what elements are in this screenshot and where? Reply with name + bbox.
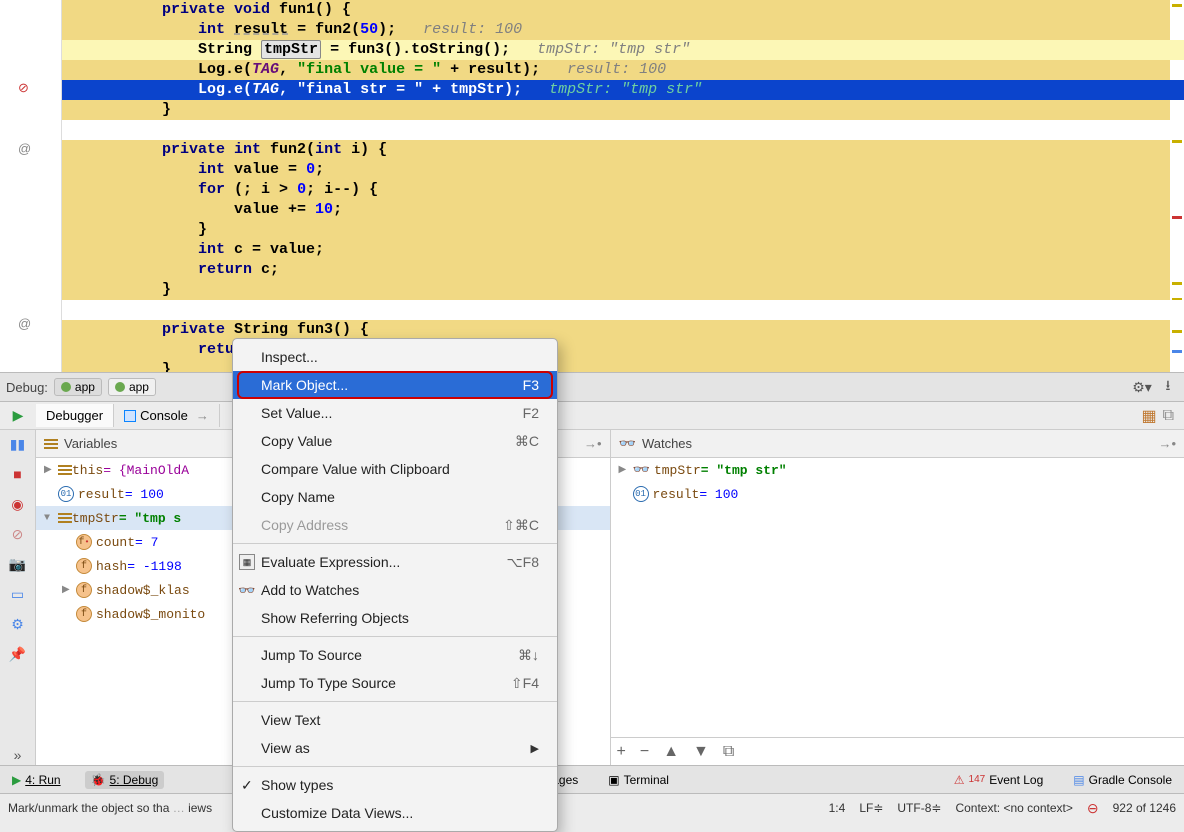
editor-area: ⊘ @ @ private void fun1() { int result = f… xyxy=(0,0,1184,372)
bottom-toolwindow-bar: ▶4: Run 🐞5: Debug sages ▣Terminal ⚠147 E… xyxy=(0,766,1184,794)
code-line[interactable]: } xyxy=(62,280,1184,300)
toolwindow-gradle-console[interactable]: ▤Gradle Console xyxy=(1067,771,1178,789)
mute-breakpoints-icon[interactable]: ⊘ xyxy=(8,524,28,544)
code-line[interactable]: int result = fun2(50); result: 100 xyxy=(62,20,1184,40)
code-line[interactable]: int c = value; xyxy=(62,240,1184,260)
menu-item[interactable]: Copy Value⌘C xyxy=(233,427,557,455)
gutter-mark[interactable]: @ xyxy=(18,141,31,156)
context-widget[interactable]: Context: <no context> xyxy=(955,801,1072,815)
watch-row[interactable]: 01result = 100 xyxy=(611,482,1184,506)
code-line[interactable]: value += 10; xyxy=(62,200,1184,220)
debug-session-app-2[interactable]: app xyxy=(108,378,156,396)
restore-layout-icon[interactable]: ⧉ xyxy=(1163,407,1174,425)
editor-gutter: ⊘ @ @ xyxy=(0,0,62,372)
move-up-button[interactable]: ▲ xyxy=(663,743,679,761)
duplicate-button[interactable]: ⧉ xyxy=(723,743,734,761)
toolwindow-debug[interactable]: 🐞5: Debug xyxy=(85,771,165,789)
code-line[interactable]: for (; i > 0; i--) { xyxy=(62,180,1184,200)
thread-icon[interactable]: ▦ xyxy=(1141,406,1156,426)
menu-item[interactable]: Set Value...F2 xyxy=(233,399,557,427)
error-icon[interactable]: ⊖ xyxy=(1087,800,1099,817)
add-watch-button[interactable]: + xyxy=(617,743,626,761)
toolwindow-terminal[interactable]: ▣Terminal xyxy=(602,771,675,789)
status-hint: Mark/unmark the object so tha … iews xyxy=(8,801,212,815)
menu-item[interactable]: ▦Evaluate Expression...⌥F8 xyxy=(233,548,557,576)
code-line[interactable]: } xyxy=(62,360,1184,372)
code-line[interactable]: return c; xyxy=(62,260,1184,280)
file-encoding[interactable]: UTF-8≑ xyxy=(897,801,941,815)
menu-item: Copy Address⇧⌘C xyxy=(233,511,557,539)
menu-item[interactable]: View as▶ xyxy=(233,734,557,762)
toolwindow-run[interactable]: ▶4: Run xyxy=(6,771,67,789)
variables-title: Variables xyxy=(64,436,117,451)
more-icon[interactable]: » xyxy=(8,745,28,765)
code-line[interactable]: private void fun1() { xyxy=(62,0,1184,20)
menu-item[interactable]: Show Referring Objects xyxy=(233,604,557,632)
debug-panels: ▮▮ ■ ◉ ⊘ 📷 ▭ ⚙ 📌 » Variables →• ▶this = … xyxy=(0,430,1184,766)
panel-minimize-icon[interactable]: →• xyxy=(584,436,602,451)
layout-icon[interactable]: ▭ xyxy=(8,584,28,604)
watches-icon: 👓 xyxy=(619,435,636,452)
status-bar: Mark/unmark the object so tha … iews 1:4… xyxy=(0,794,1184,822)
line-separator[interactable]: LF≑ xyxy=(859,801,883,815)
code-surface[interactable]: private void fun1() { int result = fun2(… xyxy=(62,0,1184,372)
code-line[interactable]: String tmpStr = fun3().toString(); tmpSt… xyxy=(62,40,1184,60)
console-icon xyxy=(124,410,136,422)
menu-item[interactable]: Inspect... xyxy=(233,343,557,371)
resume-icon[interactable]: ▶ xyxy=(8,406,28,426)
variables-icon xyxy=(44,437,58,451)
menu-item[interactable]: Copy Name xyxy=(233,483,557,511)
code-line[interactable]: Log.e(TAG, "final value = " + result); r… xyxy=(62,60,1184,80)
caret-position[interactable]: 1:4 xyxy=(829,801,846,815)
menu-item[interactable]: ✓Show types xyxy=(233,771,557,799)
watches-toolbar: + − ▲ ▼ ⧉ xyxy=(611,737,1184,765)
gutter-mark[interactable]: @ xyxy=(18,316,31,331)
toolwindow-eventlog[interactable]: ⚠147 Event Log xyxy=(948,771,1050,789)
pause-icon[interactable]: ▮▮ xyxy=(8,434,28,454)
settings-icon[interactable]: ⚙▾ xyxy=(1132,377,1152,397)
code-line[interactable]: int value = 0; xyxy=(62,160,1184,180)
panel-minimize-icon[interactable]: →• xyxy=(1158,436,1176,451)
watches-title: Watches xyxy=(642,436,692,451)
pin-icon[interactable]: 📌 xyxy=(8,644,28,664)
menu-item[interactable]: 👓Add to Watches xyxy=(233,576,557,604)
move-down-button[interactable]: ▼ xyxy=(693,743,709,761)
menu-item[interactable]: Compare Value with Clipboard xyxy=(233,455,557,483)
debug-left-toolbar: ▮▮ ■ ◉ ⊘ 📷 ▭ ⚙ 📌 » xyxy=(0,430,36,765)
code-line[interactable]: } xyxy=(62,100,1184,120)
debug-tabs: ▶ Debugger Console→ ▦ ⧉ xyxy=(0,402,1184,430)
menu-item[interactable]: View Text xyxy=(233,706,557,734)
memory-indicator[interactable]: 922 of 1246 xyxy=(1113,801,1176,815)
menu-item[interactable]: Jump To Type Source⇧F4 xyxy=(233,669,557,697)
code-line[interactable] xyxy=(62,120,1184,140)
watches-panel: 👓 Watches →• ▶👓tmpStr = "tmp str"01resul… xyxy=(611,430,1184,765)
debug-toolwindow-header: Debug: app app ⚙▾ ⭳ xyxy=(0,372,1184,402)
gear-icon[interactable]: ⚙ xyxy=(8,614,28,634)
code-line[interactable]: private int fun2(int i) { xyxy=(62,140,1184,160)
menu-item[interactable]: Customize Data Views... xyxy=(233,799,557,827)
camera-icon[interactable]: 📷 xyxy=(8,554,28,574)
watch-row[interactable]: ▶👓tmpStr = "tmp str" xyxy=(611,458,1184,482)
code-line[interactable]: return "tmp str"; xyxy=(62,340,1184,360)
debug-session-app-1[interactable]: app xyxy=(54,378,102,396)
tab-console[interactable]: Console→ xyxy=(114,404,220,427)
code-line[interactable]: Log.e(TAG, "final str = " + tmpStr); tmp… xyxy=(62,80,1184,100)
code-line[interactable] xyxy=(62,300,1184,320)
tab-debugger[interactable]: Debugger xyxy=(36,404,114,427)
breakpoints-icon[interactable]: ◉ xyxy=(8,494,28,514)
watches-tree[interactable]: ▶👓tmpStr = "tmp str"01result = 100 xyxy=(611,458,1184,737)
menu-item[interactable]: Jump To Source⌘↓ xyxy=(233,641,557,669)
context-menu[interactable]: Inspect...Mark Object...F3Set Value...F2… xyxy=(232,338,558,832)
remove-watch-button[interactable]: − xyxy=(640,743,649,761)
code-line[interactable]: } xyxy=(62,220,1184,240)
code-line[interactable]: private String fun3() { xyxy=(62,320,1184,340)
export-icon[interactable]: ⭳ xyxy=(1158,377,1178,397)
stop-icon[interactable]: ■ xyxy=(8,464,28,484)
menu-item[interactable]: Mark Object...F3 xyxy=(233,371,557,399)
debug-label: Debug: xyxy=(6,380,48,395)
gutter-mark[interactable]: ⊘ xyxy=(18,80,29,96)
